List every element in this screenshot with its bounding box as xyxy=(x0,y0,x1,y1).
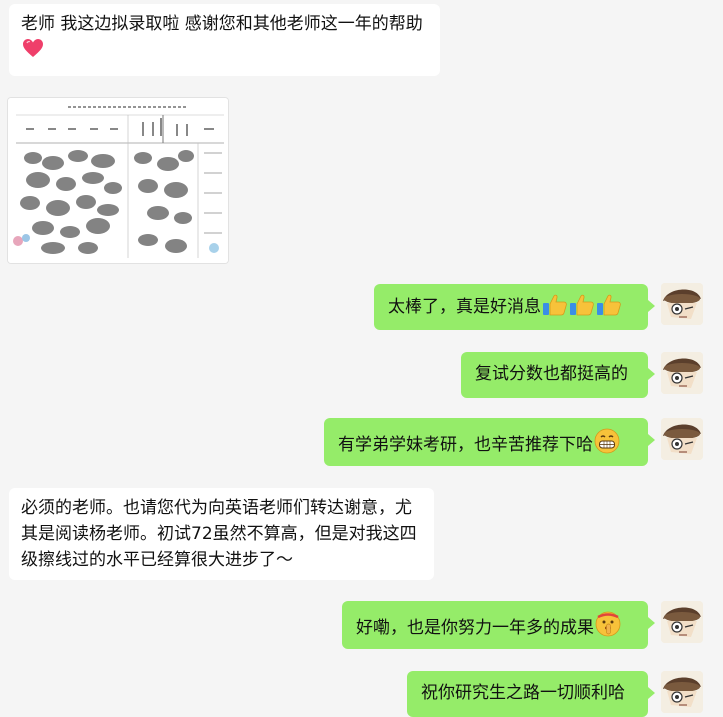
thumbs-up-icon xyxy=(542,294,568,324)
message-bubble-outgoing[interactable]: 好嘞，也是你努力一年多的成果 xyxy=(342,601,655,649)
message-bubble-outgoing[interactable]: 祝你研究生之路一切顺利哈 xyxy=(407,671,655,717)
avatar-icon xyxy=(661,418,703,460)
image-message-document[interactable] xyxy=(7,97,229,264)
grinning-face-icon xyxy=(594,428,620,462)
message-text: 必须的老师。也请您代为向英语老师们转达谢意，尤其是阅读杨老师。初试72虽然不算高… xyxy=(21,498,417,570)
avatar-icon xyxy=(661,671,703,713)
avatar[interactable] xyxy=(661,601,703,643)
message-text: 祝你研究生之路一切顺利哈 xyxy=(421,683,625,703)
avatar[interactable] xyxy=(661,418,703,460)
message-bubble-outgoing[interactable]: 有学弟学妹考研，也辛苦推荐下哈 xyxy=(324,418,655,466)
avatar-icon xyxy=(661,601,703,643)
message-text: 有学弟学妹考研，也辛苦推荐下哈 xyxy=(338,435,593,455)
message-bubble-incoming[interactable]: 必须的老师。也请您代为向英语老师们转达谢意，尤其是阅读杨老师。初试72虽然不算高… xyxy=(9,488,434,580)
message-text: 老师 我这边拟录取啦 感谢您和其他老师这一年的帮助 xyxy=(21,14,423,34)
shushing-face-icon xyxy=(595,611,621,645)
avatar[interactable] xyxy=(661,352,703,394)
avatar-icon xyxy=(661,283,703,325)
message-bubble-outgoing[interactable]: 太棒了，真是好消息 xyxy=(374,284,655,330)
thumbs-up-icon xyxy=(596,294,622,324)
message-text: 复试分数也都挺高的 xyxy=(475,364,628,384)
message-text: 太棒了，真是好消息 xyxy=(388,297,541,317)
message-text: 好嘞，也是你努力一年多的成果 xyxy=(356,618,594,638)
heart-icon xyxy=(22,38,44,66)
document-scan-thumbnail xyxy=(8,98,228,263)
avatar-icon xyxy=(661,352,703,394)
thumbs-up-icon xyxy=(569,294,595,324)
message-bubble-outgoing[interactable]: 复试分数也都挺高的 xyxy=(461,352,655,398)
avatar[interactable] xyxy=(661,671,703,713)
avatar[interactable] xyxy=(661,283,703,325)
message-bubble-incoming[interactable]: 老师 我这边拟录取啦 感谢您和其他老师这一年的帮助 xyxy=(9,4,440,76)
